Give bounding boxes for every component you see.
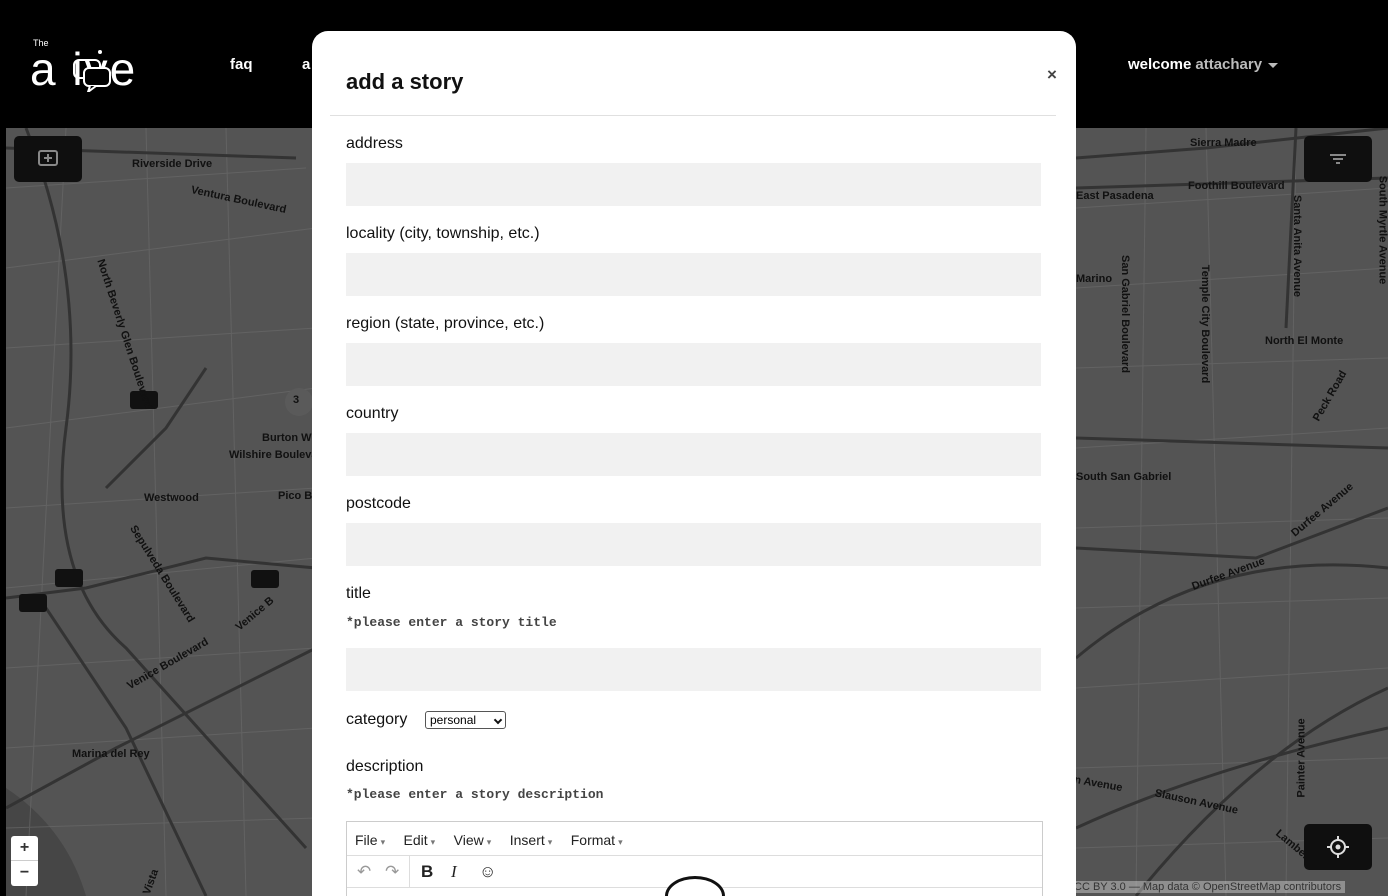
add-story-icon <box>38 150 58 166</box>
category-select[interactable]: personal <box>425 711 506 729</box>
menu-edit[interactable]: Edit ▾ <box>404 832 436 848</box>
zoom-out-button[interactable]: − <box>11 861 38 886</box>
description-hint: *please enter a story description <box>346 787 604 802</box>
add-story-modal: add a story × address locality (city, to… <box>312 31 1076 896</box>
username: attachary <box>1195 56 1263 73</box>
title-label: title <box>346 585 371 602</box>
undo-icon[interactable]: ↶ <box>357 862 371 882</box>
modal-title: add a story <box>346 69 464 94</box>
nav-link-faq[interactable]: faq <box>230 56 253 73</box>
logo[interactable]: The a ive <box>30 36 200 96</box>
redo-icon[interactable]: ↷ <box>385 862 399 882</box>
logo-bubble-icon <box>73 50 111 92</box>
zoom-control: + − <box>11 836 38 886</box>
address-label: address <box>346 135 403 152</box>
locate-button[interactable] <box>1304 824 1372 870</box>
italic-button[interactable]: I <box>451 862 457 882</box>
country-label: country <box>346 405 399 422</box>
chevron-down-icon <box>493 715 503 725</box>
editor-menubar: File ▾ Edit ▾ View ▾ Insert ▾ Format ▾ <box>347 822 1042 856</box>
bold-button[interactable]: B <box>421 862 433 882</box>
description-label: description <box>346 758 424 775</box>
title-hint: *please enter a story title <box>346 615 557 630</box>
modal-header: add a story × <box>330 31 1057 116</box>
emoji-icon[interactable]: ☺ <box>479 862 496 882</box>
region-label: region (state, province, etc.) <box>346 315 545 332</box>
app-root: Riverside Drive Ventura Boulevard North … <box>0 0 1388 896</box>
menu-insert[interactable]: Insert ▾ <box>510 832 553 848</box>
chevron-down-icon <box>1268 62 1279 68</box>
postcode-label: postcode <box>346 495 411 512</box>
locality-label: locality (city, township, etc.) <box>346 225 540 242</box>
add-story-map-button[interactable] <box>14 136 82 182</box>
menu-format[interactable]: Format ▾ <box>571 832 623 848</box>
filter-icon <box>1330 154 1346 164</box>
zoom-in-button[interactable]: + <box>11 836 38 861</box>
category-label: category <box>346 711 408 728</box>
category-select-value: personal <box>430 713 477 727</box>
map-attribution: CC BY 3.0 — Map data © OpenStreetMap con… <box>1070 881 1346 893</box>
postcode-input[interactable] <box>346 523 1041 566</box>
user-menu[interactable]: welcome attachary <box>1128 56 1279 73</box>
country-input[interactable] <box>346 433 1041 476</box>
title-input[interactable] <box>346 648 1041 691</box>
welcome-label: welcome <box>1128 56 1192 73</box>
menu-file[interactable]: File ▾ <box>355 832 385 848</box>
locate-icon <box>1327 836 1349 858</box>
locality-input[interactable] <box>346 253 1041 296</box>
menu-view[interactable]: View ▾ <box>454 832 492 848</box>
address-input[interactable] <box>346 163 1041 206</box>
toolbar-divider <box>409 856 410 888</box>
nav-link-about[interactable]: a <box>302 56 310 73</box>
filter-button[interactable] <box>1304 136 1372 182</box>
close-button[interactable]: × <box>1047 65 1057 85</box>
region-input[interactable] <box>346 343 1041 386</box>
